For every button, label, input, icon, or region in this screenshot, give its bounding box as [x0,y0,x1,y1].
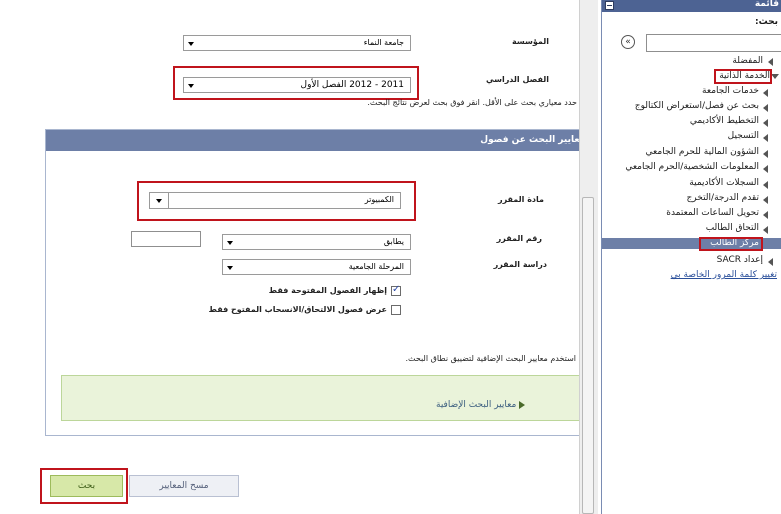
submenu-arrow-icon [763,89,768,97]
additional-criteria-box [61,375,580,421]
additional-criteria-hint: استخدم معايير البحث الإضافية لتضييق نطاق… [405,354,576,363]
menu-item[interactable]: التخطيط الأكاديمي [690,116,759,126]
search-button-highlight [40,468,128,504]
submenu-arrow-icon [763,196,768,204]
subject-highlight [137,181,416,221]
menu-item[interactable]: السجلات الأكاديمية [689,178,759,188]
institution-select[interactable]: جامعة النماء [183,35,411,51]
course-number-input[interactable] [131,231,201,247]
menu-item[interactable]: التحاق الطالب [706,223,759,233]
menu-change-password-link[interactable]: تغيير كلمة المرور الخاصة بي [671,270,777,280]
submenu-arrow-icon [763,119,768,127]
menu-item[interactable]: بحث عن فصل/استعراض الكتالوج [635,101,759,111]
course-number-operator-select[interactable]: يطابق [222,234,411,250]
scrollbar-thumb[interactable] [582,197,594,514]
menu-title: قائمة [754,0,779,9]
subject-label: مادة المقرر [497,195,544,204]
submenu-arrow-icon [763,134,768,142]
chevron-down-icon [188,42,194,46]
career-value: المرحلة الجامعية [348,262,404,271]
open-enrollment-label: عرض فصول الالتحاق/الانسحاب المفتوح فقط [208,305,387,314]
submenu-arrow-icon [763,226,768,234]
institution-label: المؤسسة [512,37,549,46]
sacr-arrow-icon [768,258,773,266]
collapse-icon[interactable] [605,1,614,10]
institution-value: جامعة النماء [363,38,404,47]
menu-header: قائمة [602,0,781,12]
panel-header: معايير البحث عن فصول [46,130,595,151]
chevron-down-icon [227,241,233,245]
submenu-arrow-icon [763,150,768,158]
menu-item[interactable]: المعلومات الشخصية/الحرم الجامعي [625,162,759,172]
submenu-arrow-icon [763,104,768,112]
panel-title: معايير البحث عن فصول [480,135,585,145]
menu-favorites[interactable]: المفضلة [732,56,763,66]
menu-item[interactable]: تحويل الساعات المعتمدة [666,208,759,218]
additional-criteria-link[interactable]: معايير البحث الإضافية [436,400,526,410]
favorites-arrow-icon [768,58,773,66]
term-label: الفصل الدراسي [486,75,549,84]
menu-item[interactable]: تقدم الدرجة/التخرج [687,193,760,203]
student-center-highlight [699,237,763,251]
chevron-down-icon [227,266,233,270]
search-go-icon[interactable]: « [621,35,635,49]
open-enrollment-checkbox[interactable] [391,305,401,315]
open-classes-checkbox[interactable] [391,284,401,296]
submenu-arrow-icon [763,165,768,173]
menu-search-label: بحث: [755,17,778,27]
menu-search-input[interactable] [646,34,781,52]
self-service-highlight [714,69,772,84]
additional-criteria-link-text: معايير البحث الإضافية [436,400,517,410]
menu-item[interactable]: خدمات الجامعة [702,86,759,96]
menu-item[interactable]: الشؤون المالية للحرم الجامعي [646,147,759,157]
open-classes-label: إظهار الفصول المفتوحة فقط [268,286,387,295]
submenu-arrow-icon [763,181,768,189]
self-service-arrow-icon [771,74,779,79]
career-select[interactable]: المرحلة الجامعية [222,259,411,275]
expand-arrow-icon [519,400,526,409]
menu-sacr[interactable]: إعداد SACR [717,255,763,265]
submenu-arrow-icon [763,211,768,219]
term-highlight [173,66,419,100]
course-number-label: رقم المقرر [496,234,542,243]
menu-item[interactable]: التسجيل [728,131,759,141]
side-menu: قائمة بحث: « المفضلة الخدمة الذاتية خدما… [601,0,781,514]
clear-criteria-button[interactable]: مسح المعايير [129,475,239,497]
instructions-text: حدد معياري بحث على الأقل. انقر فوق بحث ل… [367,98,577,107]
career-label: دراسة المقرر [493,260,547,269]
course-number-operator-value: يطابق [383,237,404,246]
